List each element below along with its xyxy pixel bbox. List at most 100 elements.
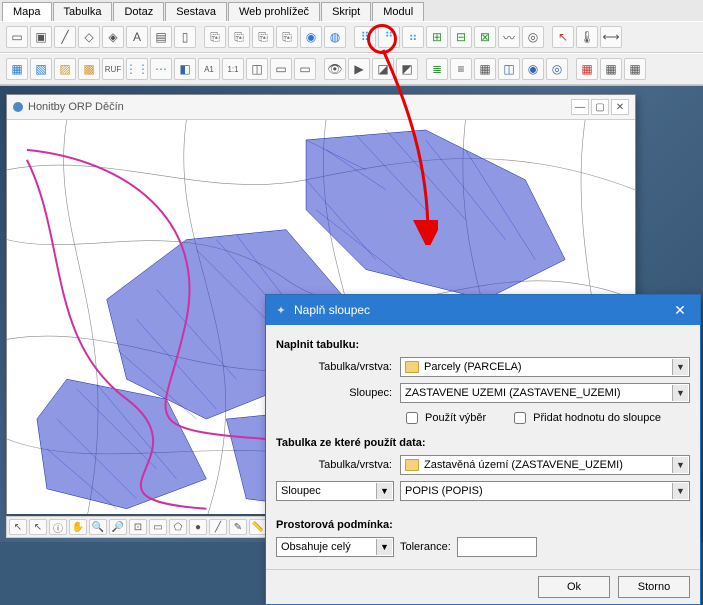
tool2-b2-icon[interactable]: ◉ (522, 58, 544, 80)
tool2-win-icon[interactable]: ◫ (246, 58, 268, 80)
tool2-cube-icon[interactable]: ◩ (396, 58, 418, 80)
source-mode-select[interactable]: Sloupec ▼ (276, 481, 394, 501)
use-selection-label: Použít výběr (425, 412, 486, 424)
tool2-net-icon[interactable]: ⋮⋮ (126, 58, 148, 80)
tool2-l2-icon[interactable]: ▭ (294, 58, 316, 80)
tool-thermo-icon[interactable]: 🌡 (576, 26, 598, 48)
tool2-b1-icon[interactable]: ◫ (498, 58, 520, 80)
sb-poly-icon[interactable]: ⬠ (169, 519, 187, 535)
source-layer-label: Tabulka/vrstva: (276, 459, 394, 471)
target-layer-select[interactable]: Parcely (PARCELA) ▼ (400, 357, 690, 377)
tool-grid-icon[interactable]: ⊞ (426, 26, 448, 48)
tool-text-icon[interactable]: A (126, 26, 148, 48)
tool2-sel-icon[interactable]: ▦ (6, 58, 28, 80)
dialog-title-text: Naplň sloupec (294, 303, 370, 317)
tool-copy-icon[interactable]: ⎘ (204, 26, 226, 48)
tool2-11-icon[interactable]: 1:1 (222, 58, 244, 80)
tab-sestava[interactable]: Sestava (165, 2, 227, 21)
tool2-bars-icon[interactable]: ≡ (450, 58, 472, 80)
tool-slider-icon[interactable]: ⟷ (600, 26, 622, 48)
add-value-checkbox[interactable] (514, 412, 526, 424)
sb-info-icon[interactable]: ⓘ (49, 519, 67, 535)
tool2-palette-icon[interactable]: ▦ (474, 58, 496, 80)
tool-rect-icon[interactable]: ▭ (6, 26, 28, 48)
tool-line-icon[interactable]: ╱ (54, 26, 76, 48)
tool-arrow-icon[interactable]: ↖ (552, 26, 574, 48)
chevron-down-icon[interactable]: ▼ (672, 385, 688, 401)
tab-modul[interactable]: Modul (372, 2, 424, 21)
tool-globe-icon[interactable]: ◍ (324, 26, 346, 48)
tool2-g2-icon[interactable]: ▦ (600, 58, 622, 80)
tool2-l1-icon[interactable]: ▭ (270, 58, 292, 80)
use-selection-checkbox[interactable] (406, 412, 418, 424)
fill-column-dialog: ✦ Naplň sloupec ✕ Naplnit tabulku: Tabul… (265, 294, 701, 605)
sb-cursor2-icon[interactable]: ↖ (29, 519, 47, 535)
tool-grid3-icon[interactable]: ⊠ (474, 26, 496, 48)
tool2-dark-icon[interactable]: ◪ (372, 58, 394, 80)
tool-dots-blue-icon[interactable]: ⠿ (354, 26, 376, 48)
source-layer-select[interactable]: Zastavěná území (ZASTAVENE_UZEMI) ▼ (400, 455, 690, 475)
chevron-down-icon[interactable]: ▼ (672, 359, 688, 375)
sb-line-icon[interactable]: ╱ (209, 519, 227, 535)
tool-dots2-icon[interactable]: ⠛ (378, 26, 400, 48)
chevron-down-icon[interactable]: ▼ (672, 457, 688, 473)
tab-mapa[interactable]: Mapa (2, 2, 52, 21)
workspace: Honitby ORP Děčín — ▢ ✕ (0, 86, 703, 542)
sb-zoomout-icon[interactable]: 🔎 (109, 519, 127, 535)
tool2-stack-icon[interactable]: ≣ (426, 58, 448, 80)
sb-box-icon[interactable]: ▭ (149, 519, 167, 535)
tool-chart-icon[interactable]: 〰 (498, 26, 520, 48)
tolerance-input[interactable] (457, 537, 537, 557)
tab-dotaz[interactable]: Dotaz (113, 2, 164, 21)
sb-zoomin-icon[interactable]: 🔍 (89, 519, 107, 535)
tool2-ruf-icon[interactable]: RUF (102, 58, 124, 80)
target-column-select[interactable]: ZASTAVENE UZEMI (ZASTAVENE_UZEMI) ▼ (400, 383, 690, 403)
chevron-down-icon[interactable]: ▼ (672, 483, 688, 499)
sb-pan-icon[interactable]: ✋ (69, 519, 87, 535)
tool-copy2-icon[interactable]: ⎘ (228, 26, 250, 48)
tool-dots3-icon[interactable]: ⠶ (402, 26, 424, 48)
sb-cursor-icon[interactable]: ↖ (9, 519, 27, 535)
tool-image-icon[interactable]: ▣ (30, 26, 52, 48)
tool-curve-icon[interactable]: ◇ (78, 26, 100, 48)
tool-copy4-icon[interactable]: ⎘ (276, 26, 298, 48)
tolerance-label: Tolerance: (400, 541, 451, 553)
tool2-eye-icon[interactable]: 👁 (324, 58, 346, 80)
chevron-down-icon[interactable]: ▼ (376, 483, 392, 499)
spatial-condition-select[interactable]: Obsahuje celý ▼ (276, 537, 394, 557)
cancel-button[interactable]: Storno (618, 576, 690, 598)
source-column-select[interactable]: POPIS (POPIS) ▼ (400, 481, 690, 501)
toolbar-row-2: ▦ ▧ ▨ ▩ RUF ⋮⋮ ⋯ ◧ A1 1:1 ◫ ▭ ▭ 👁 ▶ ◪ ◩ … (0, 53, 703, 85)
tab-skript[interactable]: Skript (321, 2, 371, 21)
chevron-down-icon[interactable]: ▼ (376, 539, 392, 555)
tool2-net2-icon[interactable]: ⋯ (150, 58, 172, 80)
tool2-g1-icon[interactable]: ▦ (576, 58, 598, 80)
sb-extent-icon[interactable]: ⊡ (129, 519, 147, 535)
tab-tabulka[interactable]: Tabulka (53, 2, 113, 21)
main-tabs: Mapa Tabulka Dotaz Sestava Web prohlížeč… (0, 0, 703, 21)
ok-button[interactable]: Ok (538, 576, 610, 598)
maximize-button[interactable]: ▢ (591, 99, 609, 115)
tool-fill-column-icon[interactable]: ◉ (300, 26, 322, 48)
tool2-sel4-icon[interactable]: ▩ (78, 58, 100, 80)
tool2-layer-icon[interactable]: ◧ (174, 58, 196, 80)
tool2-b3-icon[interactable]: ◎ (546, 58, 568, 80)
tool-page-icon[interactable]: ▯ (174, 26, 196, 48)
close-button[interactable]: ✕ (611, 99, 629, 115)
tool2-flag-icon[interactable]: ▶ (348, 58, 370, 80)
tool-target-icon[interactable]: ◎ (522, 26, 544, 48)
minimize-button[interactable]: — (571, 99, 589, 115)
map-window-title: Honitby ORP Děčín (28, 101, 124, 113)
tool-grid2-icon[interactable]: ⊟ (450, 26, 472, 48)
tool2-sel2-icon[interactable]: ▧ (30, 58, 52, 80)
tab-web[interactable]: Web prohlížeč (228, 2, 320, 21)
dialog-close-button[interactable]: ✕ (668, 301, 692, 319)
sb-edit-icon[interactable]: ✎ (229, 519, 247, 535)
tool2-a1-icon[interactable]: A1 (198, 58, 220, 80)
tool2-g3-icon[interactable]: ▦ (624, 58, 646, 80)
tool-copy3-icon[interactable]: ⎘ (252, 26, 274, 48)
sb-point-icon[interactable]: ● (189, 519, 207, 535)
tool-diamond-icon[interactable]: ◈ (102, 26, 124, 48)
tool-table-icon[interactable]: ▤ (150, 26, 172, 48)
tool2-sel3-icon[interactable]: ▨ (54, 58, 76, 80)
